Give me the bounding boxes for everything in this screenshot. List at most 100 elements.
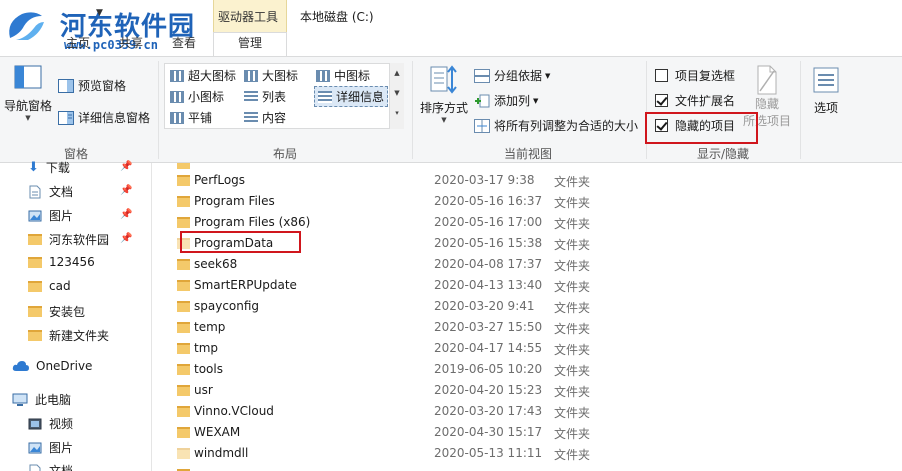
item-checkboxes-checkbox[interactable] — [655, 69, 668, 82]
add-columns-button[interactable]: 添加列 ▼ — [474, 92, 538, 109]
tab-share[interactable]: 共享 — [119, 34, 143, 51]
nav-item-documents[interactable]: 文档 — [28, 183, 73, 200]
layout-gallery-scroll[interactable]: ▲ ▼ ▾ — [389, 63, 404, 129]
tab-view[interactable]: 查看 — [172, 34, 196, 51]
file-name: PerfLogs — [194, 173, 246, 187]
sort-by-label: 排序方式 — [419, 101, 468, 115]
folder-icon — [177, 364, 190, 375]
file-type: 文件夹 — [554, 427, 591, 441]
nav-item-pc-videos[interactable]: 视频 — [28, 415, 73, 432]
pictures-icon — [28, 210, 42, 221]
table-row[interactable]: SmartERPUpdate 2020-04-13 13:40 文件夹 — [160, 275, 902, 296]
layout-option-tiles[interactable]: 平铺 — [170, 109, 212, 126]
layout-option-medium-icons[interactable]: 中图标 — [316, 67, 370, 84]
nav-item-label: 河东软件园 — [49, 233, 110, 247]
folder-icon — [177, 322, 190, 333]
chevron-down-icon[interactable]: ▼ — [96, 8, 103, 18]
tab-manage[interactable]: 管理 — [213, 32, 287, 56]
details-pane-button[interactable]: 详细信息窗格 — [58, 109, 150, 126]
file-extensions-label: 文件扩展名 — [675, 94, 736, 108]
nav-item-hedong[interactable]: 河东软件园 — [28, 231, 109, 248]
layout-option-large-icons[interactable]: 大图标 — [244, 67, 298, 84]
layout-option-small-icons[interactable]: 小图标 — [170, 88, 224, 105]
folder-icon — [177, 385, 190, 396]
layout-option-label: 内容 — [262, 111, 287, 125]
folder-icon — [28, 256, 42, 268]
table-row[interactable]: tools 2019-06-05 10:20 文件夹 — [160, 359, 902, 380]
chevron-down-icon: ▼ — [25, 114, 31, 122]
nav-item-label: 视频 — [49, 417, 74, 431]
table-row[interactable]: spayconfig 2020-03-20 9:41 文件夹 — [160, 296, 902, 317]
table-row[interactable]: Program Files (x86) 2020-05-16 17:00 文件夹 — [160, 212, 902, 233]
file-date: 2020-04-13 13:40 — [434, 278, 543, 292]
item-checkboxes-toggle[interactable]: 项目复选框 — [655, 67, 735, 84]
preview-pane-button[interactable]: 预览窗格 — [58, 77, 126, 94]
layout-option-content[interactable]: 内容 — [244, 109, 286, 126]
nav-item-pc-documents[interactable]: 文档 — [28, 462, 73, 471]
folder-icon — [177, 259, 190, 270]
nav-item-label: 新建文件夹 — [49, 329, 110, 343]
folder-icon — [177, 196, 190, 207]
nav-item-cad[interactable]: cad — [28, 279, 71, 293]
nav-item-label: 安装包 — [49, 305, 86, 319]
nav-item-onedrive[interactable]: OneDrive — [12, 359, 92, 373]
nav-item-label: 下载 — [45, 161, 70, 175]
extra-large-icons-icon — [170, 69, 184, 82]
details-icon — [318, 90, 332, 103]
group-by-button[interactable]: 分组依据 ▼ — [474, 67, 550, 84]
file-date: 2020-03-20 9:41 — [434, 299, 535, 313]
folder-icon — [177, 301, 190, 312]
hide-selected-icon — [757, 65, 777, 95]
ribbon-divider — [800, 61, 801, 159]
computer-icon — [12, 393, 28, 406]
nav-item-pc-pictures[interactable]: 图片 — [28, 439, 73, 456]
folder-icon — [177, 427, 190, 438]
file-type: 文件夹 — [554, 385, 591, 399]
file-name: usr — [194, 383, 213, 397]
file-name: seek68 — [194, 257, 238, 271]
file-name: tmp — [194, 341, 219, 355]
list-icon — [244, 90, 258, 103]
nav-item-downloads[interactable]: ⬇ 下载 — [28, 159, 70, 176]
layout-option-extra-large-icons[interactable]: 超大图标 — [170, 67, 236, 84]
nav-item-123456[interactable]: 123456 — [28, 255, 95, 269]
nav-item-new-folder[interactable]: 新建文件夹 — [28, 327, 109, 344]
chevron-down-icon: ▼ — [441, 116, 447, 124]
table-row[interactable] — [160, 464, 902, 471]
navigation-pane-button[interactable]: 导航窗格 ▼ — [4, 65, 52, 122]
tab-home[interactable]: 主页 — [66, 34, 90, 51]
nav-item-installers[interactable]: 安装包 — [28, 303, 85, 320]
file-list: PerfLogs 2020-03-17 9:38 文件夹 Program Fil… — [160, 163, 902, 471]
file-date: 2020-05-16 15:38 — [434, 236, 543, 250]
size-all-columns-button[interactable]: 将所有列调整为合适的大小 — [474, 117, 638, 134]
hide-selected-label-1: 隐藏 — [754, 97, 779, 111]
layout-option-details[interactable]: 详细信息 — [314, 86, 389, 107]
table-row[interactable]: WEXAM 2020-04-30 15:17 文件夹 — [160, 422, 902, 443]
table-row[interactable]: Program Files 2020-05-16 16:37 文件夹 — [160, 191, 902, 212]
cloud-icon — [12, 361, 30, 371]
tiles-icon — [170, 111, 184, 124]
sort-by-button[interactable]: 排序方式 ▼ — [418, 65, 470, 124]
medium-icons-icon — [316, 69, 330, 82]
options-button[interactable]: 选项 — [808, 67, 844, 116]
file-type: 文件夹 — [554, 175, 591, 189]
nav-item-pictures[interactable]: 图片 — [28, 207, 73, 224]
table-row[interactable]: PerfLogs 2020-03-17 9:38 文件夹 — [160, 170, 902, 191]
table-row[interactable]: tmp 2020-04-17 14:55 文件夹 — [160, 338, 902, 359]
video-icon — [28, 418, 42, 429]
table-row[interactable]: temp 2020-03-27 15:50 文件夹 — [160, 317, 902, 338]
file-extensions-toggle[interactable]: 文件扩展名 — [655, 92, 735, 109]
table-row[interactable]: windmdll 2020-05-13 11:11 文件夹 — [160, 443, 902, 464]
file-date: 2020-03-27 15:50 — [434, 320, 543, 334]
folder-icon — [177, 163, 190, 169]
table-row[interactable]: Vinno.VCloud 2020-03-20 17:43 文件夹 — [160, 401, 902, 422]
table-row[interactable]: usr 2020-04-20 15:23 文件夹 — [160, 380, 902, 401]
layout-option-list[interactable]: 列表 — [244, 88, 286, 105]
file-name: Program Files — [194, 194, 275, 208]
table-row[interactable]: seek68 2020-04-08 17:37 文件夹 — [160, 254, 902, 275]
document-icon — [29, 464, 41, 471]
nav-item-this-pc[interactable]: 此电脑 — [12, 391, 71, 408]
file-extensions-checkbox[interactable] — [655, 94, 668, 107]
preview-pane-label: 预览窗格 — [78, 79, 127, 93]
watermark-logo-icon — [9, 12, 44, 40]
